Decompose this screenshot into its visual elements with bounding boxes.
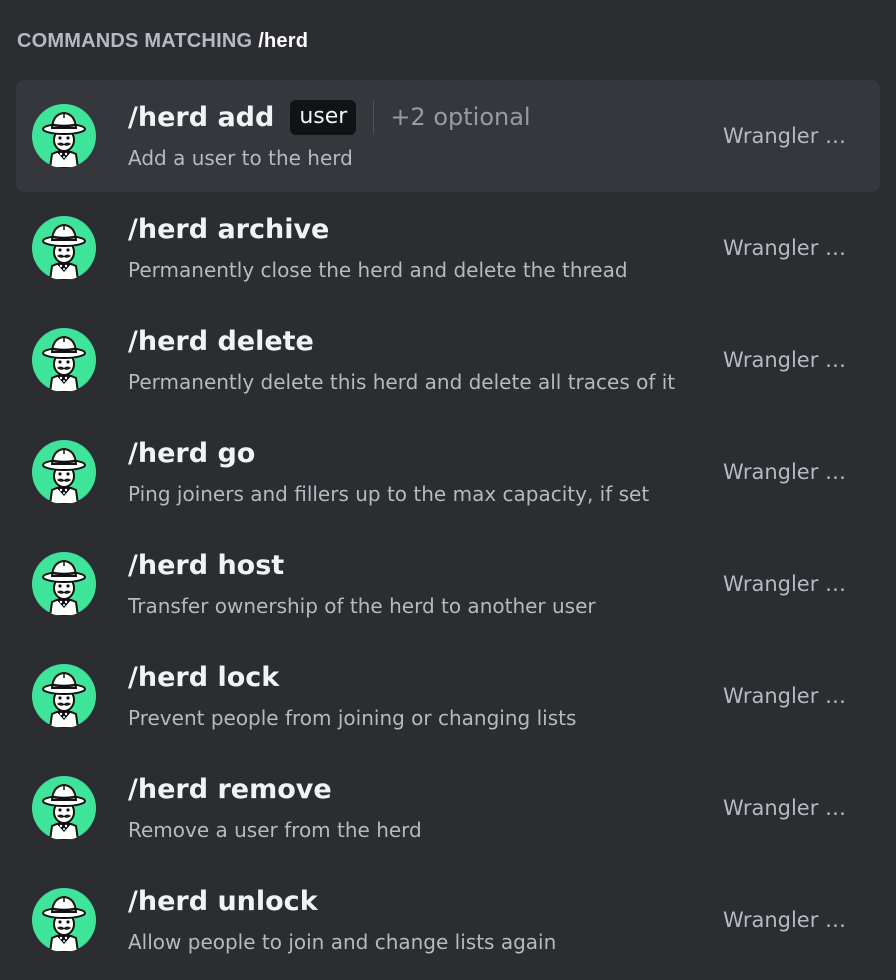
command-description: Remove a user from the herd — [128, 818, 422, 842]
command-row-herd-archive[interactable]: /herd archive Permanently close the herd… — [16, 192, 880, 304]
cowboy-bot-avatar-icon — [32, 776, 96, 840]
command-source-app: Wrangler Alpha — [723, 796, 860, 820]
command-description: Ping joiners and fillers up to the max c… — [128, 482, 650, 506]
command-source-app: Wrangler Alpha — [723, 684, 860, 708]
command-description: Add a user to the herd — [128, 146, 353, 170]
command-row-herd-go[interactable]: /herd go Ping joiners and fillers up to … — [16, 416, 880, 528]
results-header-label: COMMANDS MATCHING — [17, 30, 253, 52]
command-name: /herd remove — [128, 773, 332, 805]
command-title-line: /herd add user +2 optional — [128, 98, 531, 136]
command-name: /herd archive — [128, 213, 330, 245]
command-title-line: /herd unlock — [128, 882, 318, 920]
cowboy-bot-avatar-icon — [32, 216, 96, 280]
command-description: Transfer ownership of the herd to anothe… — [128, 594, 596, 618]
command-description: Allow people to join and change lists ag… — [128, 930, 557, 954]
command-title-line: /herd remove — [128, 770, 332, 808]
results-header: COMMANDS MATCHING/herd — [17, 27, 308, 55]
results-header-query: /herd — [258, 30, 309, 52]
cowboy-bot-avatar-icon — [32, 104, 96, 168]
cowboy-bot-avatar-icon — [32, 328, 96, 392]
command-title-line: /herd go — [128, 434, 255, 472]
command-row-herd-unlock[interactable]: /herd unlock Allow people to join and ch… — [16, 864, 880, 976]
command-row-herd-add[interactable]: /herd add user +2 optional Add a user to… — [16, 80, 880, 192]
command-title-line: /herd archive — [128, 210, 329, 248]
command-description: Permanently delete this herd and delete … — [128, 370, 676, 394]
command-title-line: /herd lock — [128, 658, 279, 696]
command-title-line: /herd host — [128, 546, 284, 584]
command-source-app: Wrangler Alpha — [723, 124, 860, 148]
command-source-app: Wrangler Alpha — [723, 460, 860, 484]
cowboy-bot-avatar-icon — [32, 440, 96, 504]
command-row-herd-delete[interactable]: /herd delete Permanently delete this her… — [16, 304, 880, 416]
command-row-herd-host[interactable]: /herd host Transfer ownership of the her… — [16, 528, 880, 640]
command-name: /herd go — [128, 437, 256, 469]
command-name: /herd unlock — [128, 885, 318, 917]
command-name: /herd host — [128, 549, 285, 581]
command-source-app: Wrangler Alpha — [723, 908, 860, 932]
param-divider — [373, 100, 375, 134]
command-source-app: Wrangler Alpha — [723, 236, 860, 260]
command-source-app: Wrangler Alpha — [723, 572, 860, 596]
cowboy-bot-avatar-icon — [32, 888, 96, 952]
command-source-app: Wrangler Alpha — [723, 348, 860, 372]
command-name: /herd add — [128, 101, 275, 133]
cowboy-bot-avatar-icon — [32, 552, 96, 616]
optional-params-count: +2 optional — [390, 103, 531, 131]
command-list: /herd add user +2 optional Add a user to… — [16, 80, 880, 976]
command-row-herd-remove[interactable]: /herd remove Remove a user from the herd… — [16, 752, 880, 864]
command-description: Prevent people from joining or changing … — [128, 706, 577, 730]
command-title-line: /herd delete — [128, 322, 314, 360]
command-name: /herd delete — [128, 325, 314, 357]
command-description: Permanently close the herd and delete th… — [128, 258, 628, 282]
required-param-badge: user — [290, 99, 357, 135]
cowboy-bot-avatar-icon — [32, 664, 96, 728]
command-name: /herd lock — [128, 661, 280, 693]
command-row-herd-lock[interactable]: /herd lock Prevent people from joining o… — [16, 640, 880, 752]
